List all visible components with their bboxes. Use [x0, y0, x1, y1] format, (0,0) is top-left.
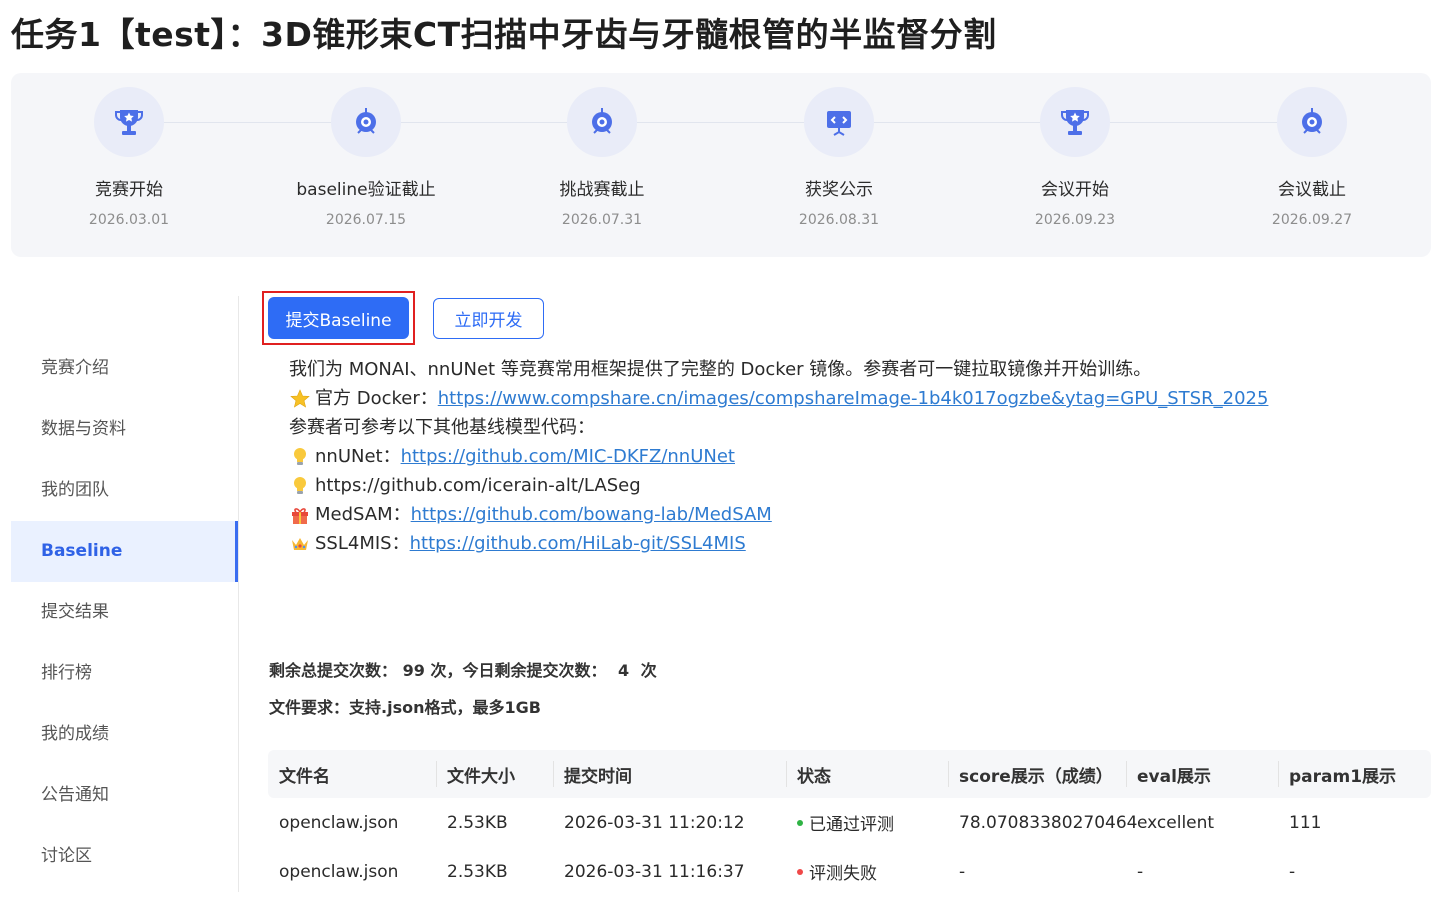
laseg-line: https://github.com/icerain-alt/LASeg: [289, 471, 1268, 500]
cell-eval: excellent: [1137, 812, 1215, 833]
header-size: 文件大小: [447, 766, 515, 787]
target-icon: [331, 87, 401, 157]
cell-status: 评测失败: [786, 847, 877, 896]
ssl4mis-link[interactable]: https://github.com/HiLab-git/SSL4MIS: [410, 529, 746, 558]
timeline-date: 2026.09.27: [1271, 212, 1353, 228]
lightbulb-icon: [289, 475, 311, 497]
table-header: 文件名 文件大小 提交时间 状态 score展示（成绩） eval展示 para…: [268, 750, 1431, 798]
timeline-date: 2026.08.31: [798, 212, 880, 228]
timeline-step-challenge-deadline: 挑战赛截止 2026.07.31: [484, 87, 720, 228]
nnunet-link[interactable]: https://github.com/MIC-DKFZ/nnUNet: [401, 442, 735, 471]
sidebar-item-my-scores[interactable]: 我的成绩: [11, 704, 238, 765]
timeline: 竞赛开始 2026.03.01 baseline验证截止 2026.07.15 …: [11, 73, 1431, 257]
timeline-date: 2026.07.31: [561, 212, 643, 228]
cell-time: 2026-03-31 11:16:37: [564, 861, 745, 882]
lightbulb-icon: [289, 446, 311, 468]
laseg-text: https://github.com/icerain-alt/LASeg: [315, 475, 641, 496]
timeline-label: 会议截止: [1278, 180, 1346, 200]
nnunet-prefix: nnUNet：: [315, 446, 401, 467]
submissions-table: 文件名 文件大小 提交时间 状态 score展示（成绩） eval展示 para…: [268, 750, 1431, 896]
quota-unit: 次: [640, 661, 657, 680]
table-row: openclaw.json 2.53KB 2026-03-31 11:16:37…: [268, 847, 1431, 896]
timeline-label: 竞赛开始: [95, 180, 163, 200]
quota-total-value: 99: [402, 661, 425, 680]
cell-status: 已通过评测: [786, 798, 894, 847]
cell-score: 78.07083380270464: [959, 812, 1138, 833]
trophy-icon: [1040, 87, 1110, 157]
sidebar-item-baseline[interactable]: Baseline: [11, 521, 238, 582]
timeline-date: 2026.07.15: [325, 212, 407, 228]
header-eval: eval展示: [1137, 766, 1211, 787]
ssl4mis-prefix: SSL4MIS：: [315, 533, 410, 554]
trophy-icon: [94, 87, 164, 157]
cell-filename: openclaw.json: [279, 812, 399, 833]
docker-prefix: 官方 Docker：: [315, 388, 438, 409]
quota-total-label: 剩余总提交次数：: [269, 661, 398, 680]
file-requirement: 文件要求：支持.json格式，最多1GB: [269, 698, 541, 717]
quota-today-label: ，今日剩余提交次数：: [446, 661, 607, 680]
header-filename: 文件名: [279, 766, 330, 787]
timeline-date: 2026.03.01: [88, 212, 170, 228]
submit-baseline-button[interactable]: 提交Baseline: [268, 297, 409, 339]
page-title: 任务1【test】：3D锥形束CT扫描中牙齿与牙髓根管的半监督分割: [11, 15, 997, 54]
sidebar: 竞赛介绍 数据与资料 我的团队 Baseline 提交结果 排行榜 我的成绩 公…: [11, 296, 239, 892]
sidebar-item-leaderboard[interactable]: 排行榜: [11, 643, 238, 704]
nnunet-line: nnUNet： https://github.com/MIC-DKFZ/nnUN…: [289, 442, 1268, 471]
ssl4mis-line: SSL4MIS： https://github.com/HiLab-git/SS…: [289, 529, 1268, 558]
cell-param1: 111: [1289, 812, 1322, 833]
presentation-icon: [804, 87, 874, 157]
target-icon: [567, 87, 637, 157]
table-row: openclaw.json 2.53KB 2026-03-31 11:20:12…: [268, 798, 1431, 847]
develop-now-button[interactable]: 立即开发: [433, 298, 544, 339]
intro-line: 我们为 MONAI、nnUNet 等竞赛常用框架提供了完整的 Docker 镜像…: [289, 359, 1152, 380]
timeline-step-conference-start: 会议开始 2026.09.23: [957, 87, 1193, 228]
cell-size: 2.53KB: [447, 861, 508, 882]
baselines-intro-line: 参赛者可参考以下其他基线模型代码：: [289, 417, 595, 438]
medsam-line: MedSAM： https://github.com/bowang-lab/Me…: [289, 500, 1268, 529]
crown-icon: [289, 533, 311, 555]
sidebar-item-submit[interactable]: 提交结果: [11, 582, 238, 643]
timeline-step-start: 竞赛开始 2026.03.01: [11, 87, 247, 228]
timeline-label: baseline验证截止: [296, 180, 436, 200]
timeline-step-conference-end: 会议截止 2026.09.27: [1194, 87, 1430, 228]
docker-link[interactable]: https://www.compshare.cn/images/compshar…: [438, 384, 1269, 413]
quota-unit: 次: [430, 661, 447, 680]
cell-eval: -: [1137, 861, 1144, 882]
timeline-step-baseline-deadline: baseline验证截止 2026.07.15: [248, 87, 484, 228]
timeline-label: 获奖公示: [805, 180, 873, 200]
sidebar-item-discussion[interactable]: 讨论区: [11, 826, 238, 887]
sidebar-item-team[interactable]: 我的团队: [11, 460, 238, 521]
timeline-date: 2026.09.23: [1034, 212, 1116, 228]
cell-time: 2026-03-31 11:20:12: [564, 812, 745, 833]
header-status: 状态: [797, 766, 831, 787]
medsam-link[interactable]: https://github.com/bowang-lab/MedSAM: [411, 500, 772, 529]
cell-size: 2.53KB: [447, 812, 508, 833]
header-time: 提交时间: [564, 766, 632, 787]
cell-score: -: [959, 861, 966, 882]
sidebar-item-intro[interactable]: 竞赛介绍: [11, 338, 238, 399]
timeline-step-award: 获奖公示 2026.08.31: [721, 87, 957, 228]
docker-line: 官方 Docker： https://www.compshare.cn/imag…: [289, 384, 1268, 413]
submission-quota: 剩余总提交次数： 99 次，今日剩余提交次数： 4 次: [269, 657, 657, 681]
baseline-description: 我们为 MONAI、nnUNet 等竞赛常用框架提供了完整的 Docker 镜像…: [289, 355, 1268, 558]
cell-param1: -: [1289, 861, 1296, 882]
gift-icon: [289, 504, 311, 526]
medsam-prefix: MedSAM：: [315, 504, 411, 525]
timeline-label: 会议开始: [1041, 180, 1109, 200]
status-text: 已通过评测: [809, 815, 894, 835]
timeline-label: 挑战赛截止: [559, 180, 645, 200]
status-dot-success: [797, 819, 803, 826]
status-dot-fail: [797, 868, 803, 875]
header-param1: param1展示: [1289, 766, 1397, 787]
star-icon: [289, 388, 311, 410]
target-icon: [1277, 87, 1347, 157]
cell-filename: openclaw.json: [279, 861, 399, 882]
sidebar-item-announcements[interactable]: 公告通知: [11, 765, 238, 826]
status-text: 评测失败: [809, 864, 877, 884]
sidebar-item-data[interactable]: 数据与资料: [11, 399, 238, 460]
header-score: score展示（成绩）: [959, 766, 1113, 787]
quota-today-value: 4: [618, 661, 630, 680]
